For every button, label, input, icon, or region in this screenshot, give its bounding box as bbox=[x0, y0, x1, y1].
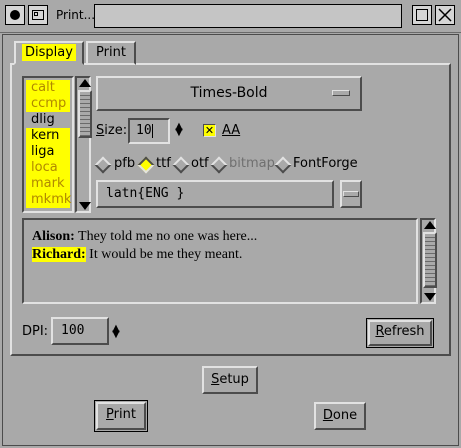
dpi-field[interactable]: 100 bbox=[51, 317, 109, 345]
list-item[interactable]: loca bbox=[26, 160, 70, 176]
menu-indicator-icon bbox=[343, 191, 359, 197]
print-button[interactable]: Print bbox=[94, 400, 148, 432]
otf-label: otf bbox=[191, 156, 209, 171]
list-item[interactable]: liga bbox=[26, 144, 70, 160]
maximize-icon[interactable] bbox=[412, 5, 432, 25]
scroll-down-icon[interactable] bbox=[79, 202, 91, 210]
scroll-up-icon[interactable] bbox=[424, 221, 436, 229]
tab-display[interactable]: Display bbox=[14, 41, 84, 65]
tab-print-label: Print bbox=[96, 45, 126, 60]
scroll-up-icon[interactable] bbox=[79, 79, 91, 87]
refresh-button[interactable]: Refresh bbox=[366, 318, 434, 348]
aa-label: AA bbox=[222, 123, 241, 138]
scroll-thumb[interactable] bbox=[78, 90, 92, 138]
list-item[interactable]: kern bbox=[26, 128, 70, 144]
size-stepper-icon[interactable]: ▲ ▼ bbox=[174, 122, 184, 138]
preview-scrollbar[interactable] bbox=[420, 218, 437, 304]
list-item[interactable]: dlig bbox=[26, 112, 70, 128]
title-drag-area[interactable] bbox=[94, 4, 402, 28]
feature-list-scrollbar[interactable] bbox=[75, 76, 92, 213]
dpi-stepper-icon[interactable]: ▲ ▼ bbox=[111, 324, 121, 340]
list-item[interactable]: calt bbox=[26, 80, 70, 96]
setup-button[interactable]: Setup bbox=[202, 366, 258, 394]
preview-line: Richard: It would be me they meant. bbox=[32, 247, 243, 262]
size-field[interactable]: 10 bbox=[128, 118, 170, 144]
script-menu-button[interactable] bbox=[340, 180, 362, 208]
bitmap-label: bitmap bbox=[229, 156, 275, 171]
font-select-button[interactable]: Times-Bold bbox=[96, 76, 362, 111]
list-item[interactable]: mkmk bbox=[26, 192, 71, 208]
fontforge-label: FontForge bbox=[293, 156, 358, 171]
done-button[interactable]: Done bbox=[314, 402, 366, 430]
feature-list[interactable]: calt ccmp dlig kern liga loca mark mkmk bbox=[22, 76, 74, 213]
list-item[interactable]: mark bbox=[26, 176, 70, 192]
tab-display-label: Display bbox=[22, 44, 76, 61]
restore-icon[interactable] bbox=[28, 5, 48, 25]
title-bar: Print... bbox=[0, 0, 461, 33]
scroll-down-icon[interactable] bbox=[424, 293, 436, 301]
preview-text-area[interactable]: Alison: They told me no one was here... … bbox=[22, 218, 418, 304]
preview-line: Alison: They told me no one was here... bbox=[32, 229, 258, 244]
pfb-label: pfb bbox=[114, 156, 136, 171]
aa-checkbox[interactable]: ✕ bbox=[203, 124, 216, 137]
script-field[interactable]: latn{ENG } bbox=[96, 180, 334, 208]
close-icon[interactable] bbox=[435, 5, 455, 25]
size-label: Size: bbox=[96, 123, 128, 138]
menu-icon[interactable] bbox=[5, 5, 25, 25]
window-title: Print... bbox=[56, 8, 96, 22]
ttf-label: ttf bbox=[156, 156, 171, 171]
dpi-label: DPI: bbox=[22, 324, 49, 339]
font-name: Times-Bold bbox=[190, 85, 268, 101]
tab-print[interactable]: Print bbox=[86, 41, 136, 65]
menu-indicator-icon bbox=[332, 90, 350, 96]
list-item[interactable]: ccmp bbox=[26, 96, 70, 112]
scroll-thumb[interactable] bbox=[423, 232, 437, 288]
